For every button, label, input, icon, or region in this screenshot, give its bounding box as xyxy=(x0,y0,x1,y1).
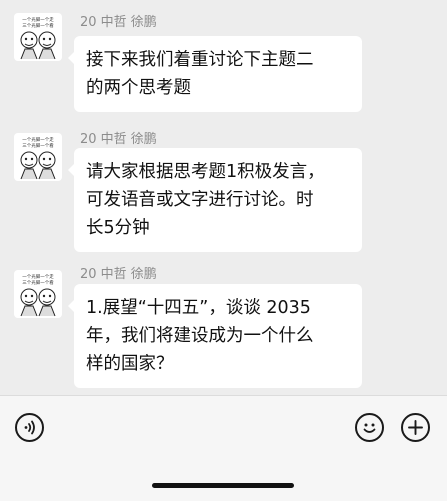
svg-text:三个光脚一个看: 三个光脚一个看 xyxy=(22,279,54,286)
emoji-icon xyxy=(363,423,376,433)
voice-input-button[interactable] xyxy=(15,413,44,442)
home-indicator[interactable] xyxy=(152,483,294,488)
message-item: 一个光脚一个走 三个光脚一个看 20 中哲 徐鹏 请大家根据思考题1积极发言， … xyxy=(0,120,447,260)
message-text-line: 年，我们将建设成为一个什么 xyxy=(86,326,314,346)
message-text-line: 长5分钟 xyxy=(86,218,150,238)
meme-cartoon-avatar-icon[interactable]: 一个光脚一个走 三个光脚一个看 xyxy=(14,133,62,181)
plus-icon xyxy=(408,420,423,435)
message-item: 一个光脚一个走 三个光脚一个看 20 中哲 徐鹏 接下来我们着重讨论下主题二 的… xyxy=(0,0,447,120)
svg-text:一个光脚一个走: 一个光脚一个走 xyxy=(22,16,54,23)
voice-input-icon xyxy=(24,420,35,435)
svg-text:三个光脚一个看: 三个光脚一个看 xyxy=(22,142,54,149)
message-text-line: 1.展望“十四五”，谈谈 2035 xyxy=(86,298,311,318)
sender-name: 20 中哲 徐鹏 xyxy=(80,15,157,30)
message-text-line: 样的国家？ xyxy=(86,354,174,374)
message-text-line: 可发语音或文字进行讨论。时 xyxy=(86,190,314,210)
message-text-line: 的两个思考题 xyxy=(86,78,191,98)
message-bubble[interactable]: 1.展望“十四五”，谈谈 2035 年，我们将建设成为一个什么 样的国家？ xyxy=(68,284,362,388)
message-text-line: 请大家根据思考题1积极发言， xyxy=(86,162,325,182)
message-item: 一个光脚一个走 三个光脚一个看 20 中哲 徐鹏 1.展望“十四五”，谈谈 20… xyxy=(0,260,447,395)
meme-cartoon-avatar-icon[interactable]: 一个光脚一个走 三个光脚一个看 xyxy=(14,13,62,61)
svg-text:一个光脚一个走: 一个光脚一个走 xyxy=(22,273,54,280)
sender-name: 20 中哲 徐鹏 xyxy=(80,267,157,282)
message-text-line: 接下来我们着重讨论下主题二 xyxy=(86,50,314,70)
chat-message-list[interactable]: 一个光脚一个走 三个光脚一个看 20 中哲 徐鹏 接下来我们着重讨论下主题二 的… xyxy=(0,0,447,395)
svg-text:一个光脚一个走: 一个光脚一个走 xyxy=(22,136,54,143)
emoji-button[interactable] xyxy=(355,413,384,442)
message-bubble[interactable]: 请大家根据思考题1积极发言， 可发语音或文字进行讨论。时 长5分钟 xyxy=(68,148,362,252)
more-functions-button[interactable] xyxy=(401,413,430,442)
meme-cartoon-avatar-icon[interactable]: 一个光脚一个走 三个光脚一个看 xyxy=(14,270,62,318)
sender-name: 20 中哲 徐鹏 xyxy=(80,132,157,147)
message-bubble[interactable]: 接下来我们着重讨论下主题二 的两个思考题 xyxy=(68,36,362,112)
svg-text:三个光脚一个看: 三个光脚一个看 xyxy=(22,22,54,29)
